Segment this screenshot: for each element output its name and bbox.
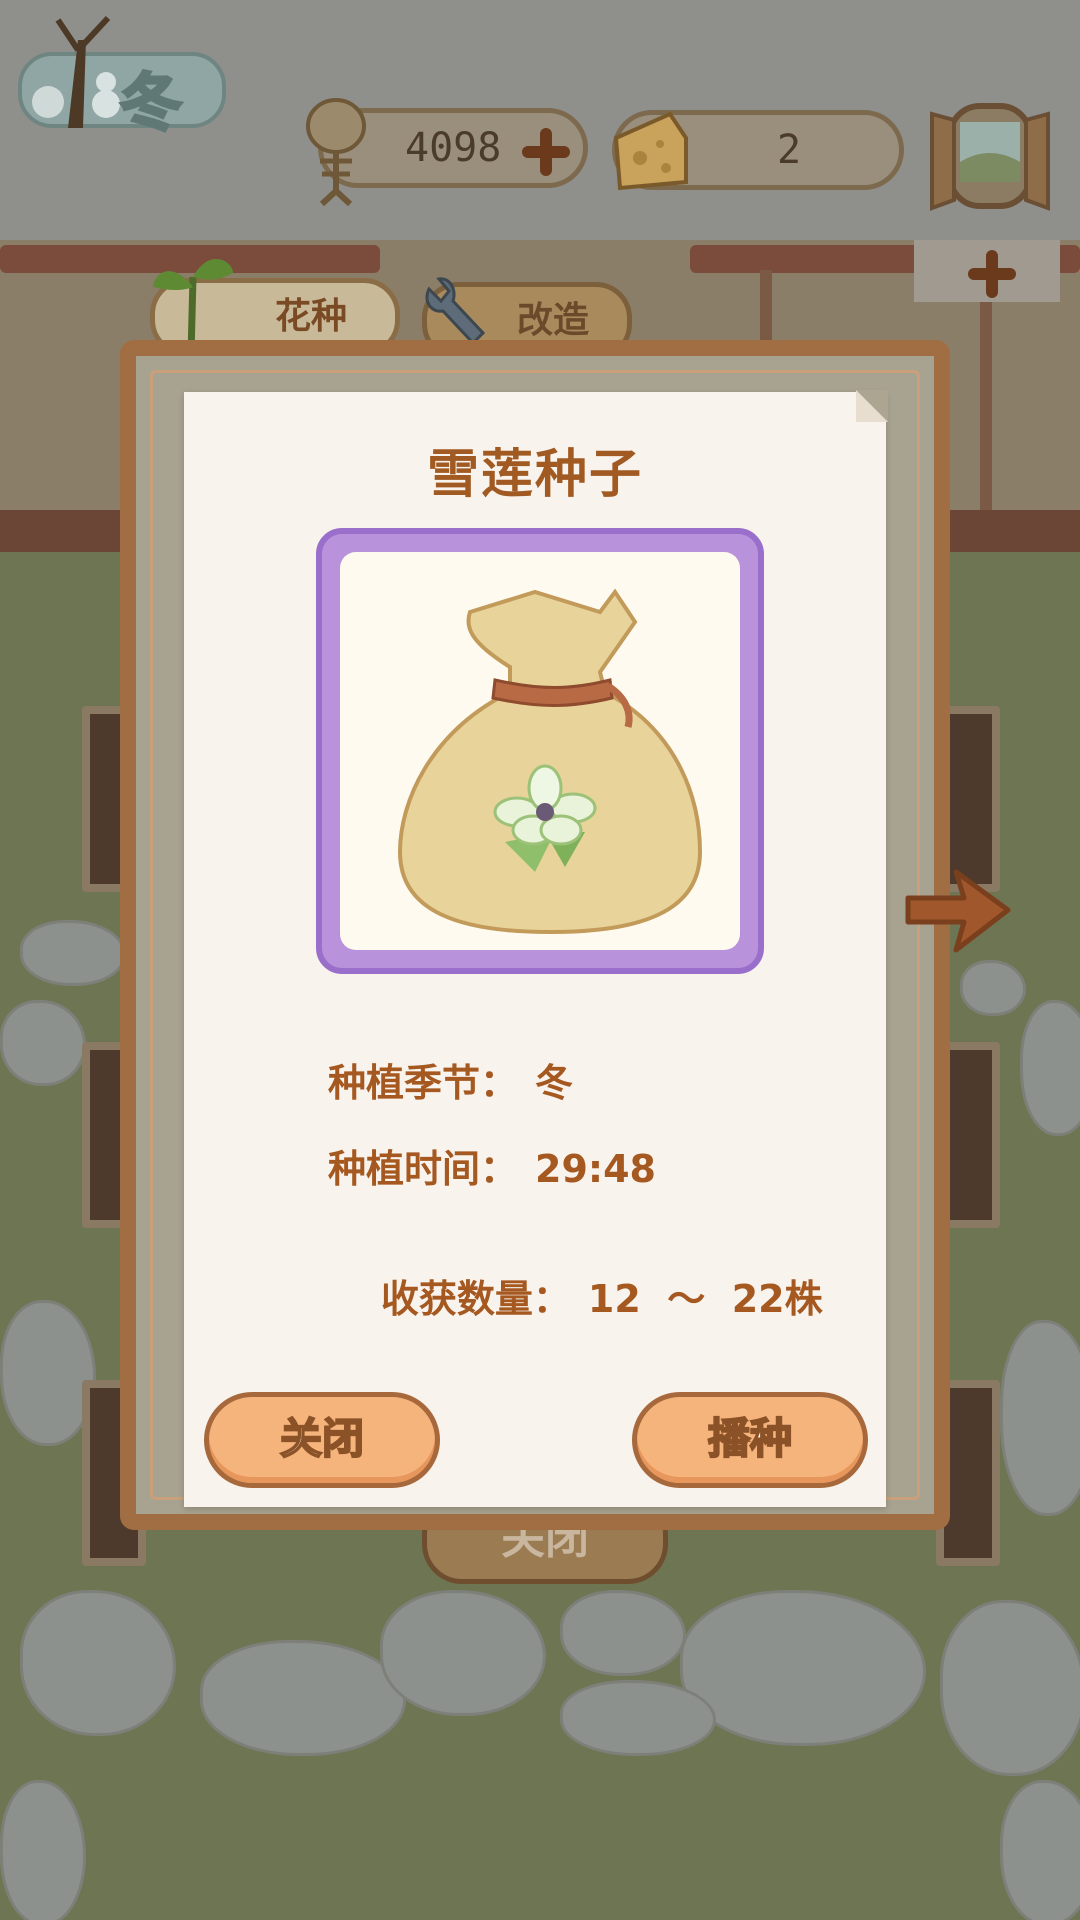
- item-frame: [316, 528, 764, 974]
- popup-title: 雪莲种子: [426, 445, 643, 505]
- path-stone: [960, 960, 1026, 1016]
- path-stone: [1020, 1000, 1080, 1136]
- season-label: 冬: [118, 65, 183, 141]
- wrench-icon: [425, 277, 486, 346]
- path-stone: [940, 1600, 1080, 1776]
- fish-bone-icon: [306, 98, 366, 206]
- path-stone: [1000, 1320, 1080, 1516]
- planting-season-label: 种植季节：: [328, 1061, 519, 1105]
- path-stone: [380, 1590, 546, 1716]
- cheese-count: 2: [777, 127, 802, 173]
- seed-bag-icon: [397, 588, 703, 935]
- fish-bone-count: 4098: [405, 125, 502, 171]
- harvest-amount-value: 12 ～ 22株: [587, 1277, 823, 1321]
- path-stone: [560, 1680, 716, 1756]
- close-button[interactable]: 关闭: [204, 1392, 440, 1488]
- planting-season-value: 冬: [535, 1061, 574, 1105]
- sprout-icon: [153, 259, 233, 355]
- window-scene-icon[interactable]: [928, 100, 1052, 212]
- game-screen: 关闭 冬 4098 2 花种 改造 雪莲种子 种植季节： 冬 种植时间： 29:…: [0, 0, 1080, 1920]
- planting-time-label: 种植时间：: [328, 1147, 519, 1191]
- snowman-tree-icon: [32, 15, 120, 128]
- planting-time-value: 29:48: [535, 1147, 656, 1191]
- cheese-icon: [613, 111, 688, 191]
- add-icon[interactable]: [966, 248, 1018, 300]
- next-arrow-icon[interactable]: [902, 858, 1014, 962]
- shop-post: [980, 270, 992, 520]
- item-inner: [340, 552, 740, 950]
- path-stone: [0, 1000, 86, 1086]
- paper-fold: [856, 390, 888, 422]
- sow-button[interactable]: 播种: [632, 1392, 868, 1488]
- planting-time-row: 种植时间： 29:48: [328, 1138, 656, 1193]
- path-stone: [560, 1590, 686, 1676]
- path-stone: [20, 920, 126, 986]
- planting-season-row: 种植季节： 冬: [328, 1052, 573, 1107]
- path-stone: [200, 1640, 406, 1756]
- harvest-amount-label: 收获数量：: [380, 1277, 571, 1321]
- harvest-amount-row: 收获数量： 12 ～ 22株: [328, 1224, 823, 1367]
- add-fish-bone-icon[interactable]: [520, 126, 572, 178]
- path-stone: [1000, 1780, 1080, 1920]
